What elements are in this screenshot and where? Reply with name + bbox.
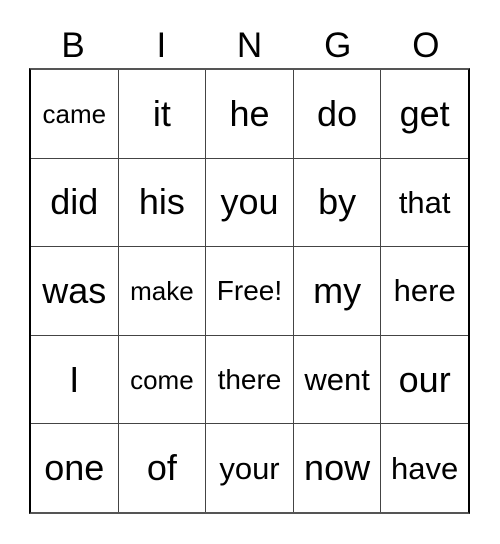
- bingo-cell-label: come: [130, 364, 194, 395]
- bingo-cell[interactable]: came: [31, 70, 119, 158]
- bingo-row: did his you by that: [31, 158, 468, 248]
- bingo-cell-label: our: [398, 358, 451, 400]
- header-letter-text: O: [412, 25, 440, 65]
- bingo-cell-label: was: [42, 269, 107, 311]
- header-letter-text: I: [156, 25, 167, 65]
- header-letter-text: N: [236, 25, 263, 65]
- bingo-cell-label: one: [44, 447, 105, 489]
- bingo-row: Icome there went our: [31, 335, 468, 425]
- bingo-cell[interactable]: my: [293, 247, 382, 335]
- bingo-cell-label: now: [304, 447, 371, 489]
- bingo-cell-label: you: [220, 181, 279, 223]
- bingo-cell[interactable]: he: [206, 70, 294, 158]
- bingo-row: one of your now have: [31, 424, 468, 512]
- bingo-cell[interactable]: make: [118, 247, 207, 335]
- bingo-cell[interactable]: by: [293, 158, 382, 247]
- bingo-card: B I N G O came it he do get did his you by that wa…: [0, 0, 500, 544]
- bingo-cell-label: make: [130, 275, 194, 306]
- bingo-cell[interactable]: have: [381, 424, 468, 512]
- bingo-cell[interactable]: did: [31, 158, 119, 247]
- bingo-cell[interactable]: here: [381, 247, 468, 335]
- bingo-free-space-cell[interactable]: Free!: [206, 247, 294, 335]
- bingo-cell[interactable]: went: [293, 335, 382, 424]
- bingo-cell[interactable]: it: [118, 70, 207, 158]
- bingo-cell[interactable]: you: [206, 158, 294, 247]
- bingo-cell-label: he: [229, 92, 270, 134]
- bingo-cell-label: went: [304, 362, 370, 398]
- bingo-cell[interactable]: get: [381, 70, 468, 158]
- bingo-cell-label: have: [391, 450, 459, 486]
- bingo-header-letter-i: I: [117, 22, 205, 68]
- bingo-cell[interactable]: come: [118, 335, 207, 424]
- bingo-cell-label: your: [219, 450, 280, 486]
- bingo-cell[interactable]: I: [31, 335, 119, 424]
- bingo-cell-label: it: [152, 92, 171, 134]
- bingo-row: was make Free! my here: [31, 247, 468, 336]
- bingo-cell[interactable]: your: [206, 424, 294, 512]
- bingo-cell-label: there: [217, 363, 282, 395]
- bingo-cell-label: here: [393, 273, 456, 309]
- header-letter-text: G: [324, 25, 352, 65]
- bingo-header-letter-b: B: [29, 22, 117, 68]
- bingo-cell-label: by: [318, 181, 357, 223]
- bingo-row: came it he do get: [31, 70, 468, 159]
- bingo-grid: came it he do get did his you by that was make Free!…: [29, 68, 470, 514]
- bingo-header-row: B I N G O: [29, 22, 470, 68]
- bingo-cell-label: do: [317, 92, 358, 134]
- header-letter-text: B: [61, 25, 85, 65]
- bingo-header-letter-o: O: [382, 22, 470, 68]
- bingo-cell-label: that: [398, 184, 451, 220]
- bingo-cell[interactable]: was: [31, 247, 119, 335]
- bingo-cell-label: of: [146, 447, 177, 489]
- bingo-cell-label: came: [42, 98, 107, 129]
- bingo-cell[interactable]: his: [118, 158, 207, 247]
- bingo-cell-label: his: [138, 181, 185, 223]
- bingo-header-letter-n: N: [205, 22, 293, 68]
- bingo-cell-label: did: [50, 181, 99, 223]
- bingo-cell[interactable]: there: [206, 335, 294, 424]
- bingo-cell[interactable]: of: [118, 424, 207, 512]
- bingo-header-letter-g: G: [294, 22, 382, 68]
- bingo-cell[interactable]: now: [293, 424, 382, 512]
- bingo-cell[interactable]: our: [381, 335, 468, 424]
- bingo-cell-label: Free!: [216, 274, 283, 306]
- bingo-cell-label: I: [69, 358, 80, 400]
- bingo-cell-label: my: [313, 269, 362, 311]
- bingo-cell[interactable]: one: [31, 424, 119, 512]
- bingo-cell[interactable]: that: [381, 158, 468, 247]
- bingo-cell-label: get: [399, 92, 450, 134]
- bingo-cell[interactable]: do: [293, 70, 382, 158]
